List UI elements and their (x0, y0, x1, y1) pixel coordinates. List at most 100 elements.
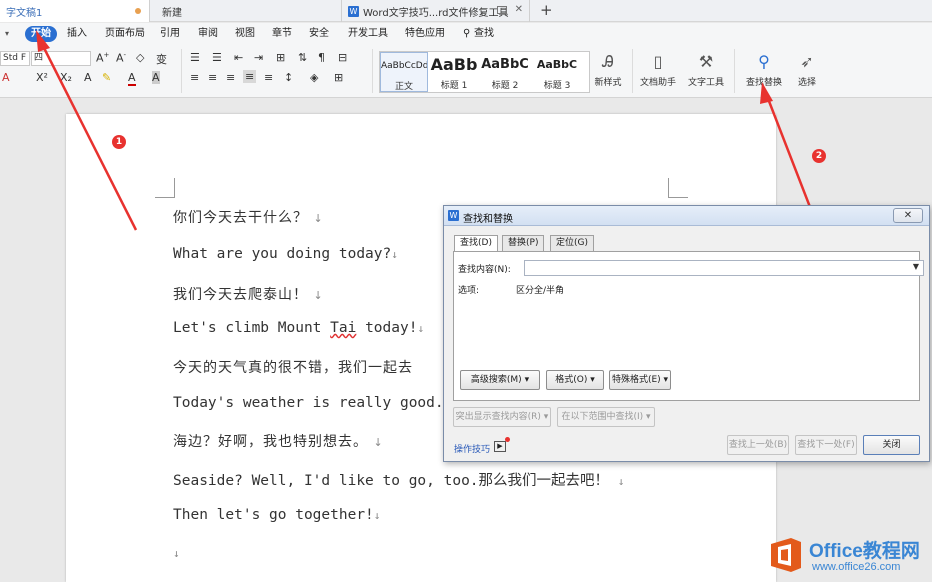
highlight-button[interactable]: 突出显示查找内容(R) ▾ (453, 407, 551, 427)
watermark: Office教程网 www.office26.com (767, 534, 927, 578)
doc-paragraph-empty[interactable]: ↓ (173, 545, 180, 561)
dialog-title: 查找和替换 (463, 214, 513, 225)
separator (372, 49, 373, 93)
doc-paragraph[interactable]: Let's climb Mount Tai today!↓ (173, 320, 424, 336)
style-preview: AaBb (430, 55, 478, 74)
line-spacing-icon[interactable]: ↕ (284, 71, 293, 84)
decrease-indent-icon[interactable]: ⇤ (234, 51, 243, 64)
advanced-search-button[interactable]: 高级搜索(M) ▾ (460, 370, 540, 390)
find-in-button[interactable]: 在以下范围中查找(I) ▾ (557, 407, 655, 427)
special-format-button[interactable]: 特殊格式(E) ▾ (609, 370, 671, 390)
doc-paragraph[interactable]: 今天的天气真的很不错，我们一起去 (173, 357, 413, 377)
style-preview: AaBbCcDd (381, 61, 427, 71)
align-right-icon[interactable]: ≡ (226, 71, 235, 84)
doc-paragraph[interactable]: Then let's go together!↓ (173, 507, 380, 523)
style-name: 标题 1 (440, 81, 468, 91)
tab-goto[interactable]: 定位(G) (550, 235, 594, 251)
shrink-font-icon[interactable]: A- (116, 51, 126, 65)
find-previous-button[interactable]: 查找上一处(B) (727, 435, 789, 455)
style-heading-3[interactable]: AaBbC 标题 3 (532, 52, 582, 92)
doc-paragraph[interactable]: 你们今天去干什么？ ↓ (173, 207, 324, 227)
subscript-icon[interactable]: X₂ (60, 71, 72, 84)
style-heading-2[interactable]: AaBbC 标题 2 (480, 52, 530, 92)
numbering-icon[interactable]: ☰ (212, 51, 222, 64)
collapse-ribbon-icon[interactable]: ▾ (5, 26, 9, 42)
menu-developer[interactable]: 开发工具 (348, 26, 388, 42)
magnifier-icon: ⚲ (758, 52, 770, 71)
menu-chapter[interactable]: 章节 (272, 26, 292, 42)
search-icon[interactable]: ⚲ (463, 26, 470, 42)
close-tab-icon[interactable]: ✕ (515, 4, 523, 15)
style-name: 正文 (394, 82, 413, 92)
chinese-layout-icon[interactable]: ⊞ (276, 51, 285, 64)
find-replace-button[interactable]: ⚲ 查找替换 (740, 49, 788, 88)
justify-icon[interactable]: ≡ (243, 70, 257, 83)
dropdown-arrow-icon[interactable]: ▼ (913, 262, 919, 271)
tab-new[interactable]: 新建 (150, 0, 342, 22)
doc-helper-button[interactable]: ▯ 文档助手 (638, 49, 678, 88)
tab-replace[interactable]: 替换(P) (502, 235, 545, 251)
grow-font-icon[interactable]: A+ (96, 51, 109, 65)
spelling-error[interactable]: Tai (330, 320, 356, 336)
superscript-icon[interactable]: X² (36, 71, 48, 84)
sort-icon[interactable]: ⇅ (298, 51, 307, 64)
char-shading-icon[interactable]: A (152, 71, 160, 84)
style-name: 标题 2 (491, 81, 519, 91)
tab-document-1[interactable]: 字文稿1 (0, 0, 150, 22)
menu-insert[interactable]: 插入 (67, 26, 87, 42)
bullets-icon[interactable]: ☰ (190, 51, 200, 64)
style-normal[interactable]: AaBbCcDd 正文 (380, 52, 428, 92)
monitor-icon[interactable] (497, 6, 507, 14)
increase-indent-icon[interactable]: ⇥ (254, 51, 263, 64)
tab-word-tips[interactable]: W Word文字技巧...rd文件修复工具 ✕ (342, 0, 530, 22)
new-style-button[interactable]: Ꭿ 新样式 (590, 49, 626, 88)
clear-format-icon[interactable]: ◇ (136, 51, 144, 64)
select-button[interactable]: ➶ 选择 (792, 49, 822, 88)
distribute-icon[interactable]: ≡ (264, 71, 273, 84)
doc-paragraph[interactable]: 海边？好啊，我也特别想去。 ↓ (173, 431, 384, 451)
show-marks-icon[interactable]: ¶ (318, 51, 325, 64)
doc-paragraph[interactable]: What are you doing today?↓ (173, 246, 398, 262)
menu-home[interactable]: 开始 (25, 26, 57, 42)
style-preview: AaBbC (536, 58, 578, 71)
font-size-select[interactable]: 四 (31, 51, 91, 66)
borders-icon[interactable]: ⊞ (334, 71, 343, 84)
style-name: 标题 3 (543, 81, 571, 91)
align-center-icon[interactable]: ≡ (208, 71, 217, 84)
shading-icon[interactable]: ◈ (310, 71, 318, 84)
tab-find[interactable]: 查找(D) (454, 235, 498, 252)
dialog-titlebar[interactable]: W 查找和替换 ✕ (444, 206, 929, 226)
phonetic-icon[interactable]: 变 (156, 51, 167, 67)
video-icon[interactable]: ▶ (494, 441, 506, 452)
font-color-icon[interactable]: A (128, 71, 136, 86)
menu-view[interactable]: 视图 (235, 26, 255, 42)
watermark-title: Office教程网 (809, 541, 920, 562)
menu-special[interactable]: 特色应用 (405, 26, 445, 42)
find-next-button[interactable]: 查找下一处(F) (795, 435, 857, 455)
menu-page-layout[interactable]: 页面布局 (105, 26, 145, 42)
menu-security[interactable]: 安全 (309, 26, 329, 42)
dialog-close-button[interactable]: ✕ (893, 208, 923, 223)
font-name-select[interactable]: Std F (0, 51, 30, 66)
doc-paragraph[interactable]: Today's weather is really good. L (173, 395, 461, 411)
doc-paragraph[interactable]: Seaside? Well, I'd like to go, too.那么我们一… (173, 469, 624, 490)
text-tools-button[interactable]: ⚒ 文字工具 (683, 49, 729, 88)
options-label: 选项: (458, 286, 480, 296)
menu-search[interactable]: 查找 (474, 26, 494, 42)
char-border-icon[interactable]: A (84, 71, 92, 84)
new-tab-button[interactable]: + (540, 1, 553, 19)
table-icon[interactable]: ⊟ (338, 51, 347, 64)
format-button[interactable]: 格式(O) ▾ (546, 370, 604, 390)
find-input[interactable]: ▼ (524, 260, 924, 276)
tips-link[interactable]: 操作技巧 (454, 442, 490, 455)
highlight-icon[interactable]: ✎ (102, 71, 111, 84)
doc-paragraph[interactable]: 我们今天去爬泰山！ ↓ (173, 284, 324, 304)
align-left-icon[interactable]: ≡ (190, 71, 199, 84)
style-heading-1[interactable]: AaBb 标题 1 (430, 52, 478, 92)
dialog-close-action-button[interactable]: 关闭 (863, 435, 920, 455)
margin-corner (155, 178, 175, 198)
menu-review[interactable]: 审阅 (198, 26, 218, 42)
find-panel: 查找内容(N): ▼ 选项: 区分全/半角 高级搜索(M) ▾ 格式(O) ▾ … (453, 251, 924, 401)
menu-references[interactable]: 引用 (160, 26, 180, 42)
font-color-a-icon[interactable]: A (2, 71, 10, 84)
